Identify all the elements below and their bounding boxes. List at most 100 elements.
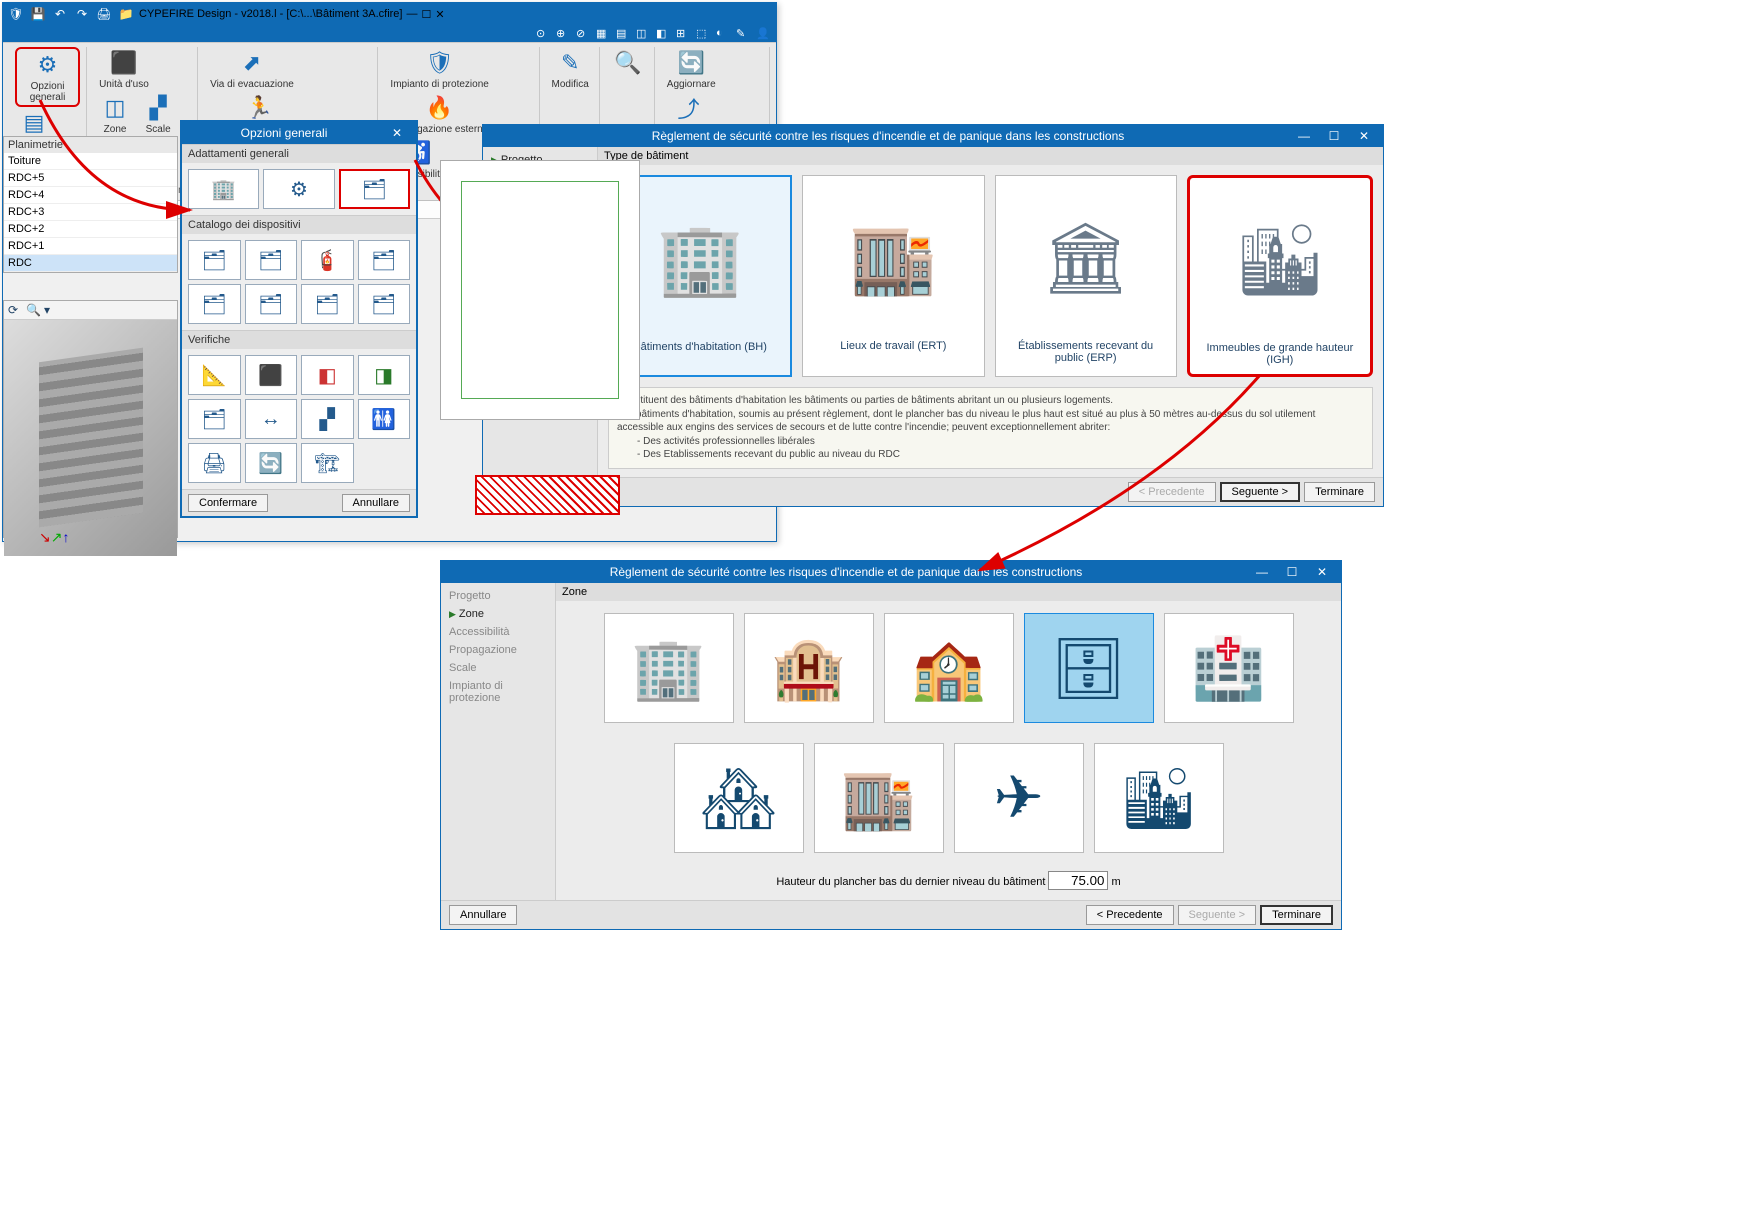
catalog-item[interactable]: 🗂 bbox=[188, 240, 241, 280]
zone-school[interactable]: 🏫 bbox=[884, 613, 1014, 723]
close-button[interactable]: ✕ bbox=[1307, 562, 1337, 582]
seguente-button[interactable]: Seguente > bbox=[1178, 905, 1257, 925]
precedente-button[interactable]: < Precedente bbox=[1086, 905, 1174, 925]
tool-icon[interactable]: ⬚ bbox=[696, 27, 710, 41]
minimize-button[interactable]: — bbox=[1289, 126, 1319, 146]
tool-icon[interactable]: ⊙ bbox=[536, 27, 550, 41]
zone-tower[interactable]: 🏙 bbox=[1094, 743, 1224, 853]
minimize-button[interactable]: — bbox=[1247, 562, 1277, 582]
chevron-down-icon[interactable]: ▾ bbox=[44, 303, 58, 317]
wizard-nav-item[interactable]: Zone bbox=[443, 605, 553, 623]
verify-item[interactable]: 🚻 bbox=[358, 399, 411, 439]
precedente-button[interactable]: < Precedente bbox=[1128, 482, 1216, 502]
unita-duso-button[interactable]: ⬛Unità d'uso bbox=[95, 47, 153, 92]
close-icon[interactable]: ✕ bbox=[382, 123, 412, 143]
tool-icon[interactable]: ◫ bbox=[636, 27, 650, 41]
floor-row[interactable]: RDC+1 bbox=[4, 238, 177, 255]
modifica-button[interactable]: ✎Modifica bbox=[548, 47, 593, 92]
wizard-nav-item[interactable]: Propagazione bbox=[443, 641, 553, 659]
tool-icon[interactable]: ◐ bbox=[716, 27, 730, 41]
floor-row[interactable]: Toiture bbox=[4, 153, 177, 170]
verify-item[interactable]: 🏗 bbox=[301, 443, 354, 483]
zone-airport[interactable]: ✈ bbox=[954, 743, 1084, 853]
tool-icon[interactable]: 👤 bbox=[756, 27, 770, 41]
floor-row[interactable]: RDC+3 bbox=[4, 204, 177, 221]
close-button[interactable]: ✕ bbox=[1349, 126, 1379, 146]
zone-hotel[interactable]: 🏨 bbox=[744, 613, 874, 723]
wizard-nav-item[interactable]: Accessibilità bbox=[443, 623, 553, 641]
verify-item[interactable]: 📐 bbox=[188, 355, 241, 395]
catalog-item[interactable]: 🗂 bbox=[245, 284, 298, 324]
zone-hospital[interactable]: 🏥 bbox=[1164, 613, 1294, 723]
aggiornare-button[interactable]: 🔄Aggiornare bbox=[663, 47, 720, 92]
print-icon[interactable]: 🖨 bbox=[95, 5, 113, 23]
annullare-button[interactable]: Annullare bbox=[342, 494, 410, 512]
catalog-item[interactable]: 🗂 bbox=[188, 284, 241, 324]
verify-item[interactable]: 🖨 bbox=[188, 443, 241, 483]
undo-icon[interactable]: ↶ bbox=[51, 5, 69, 23]
tool-icon[interactable]: ⊞ bbox=[676, 27, 690, 41]
verify-item[interactable]: 🗂 bbox=[188, 399, 241, 439]
height-input[interactable] bbox=[1048, 871, 1108, 890]
floor-row[interactable]: RDC+5 bbox=[4, 170, 177, 187]
floor-row[interactable]: RDC+2 bbox=[4, 221, 177, 238]
redo-icon[interactable]: ↷ bbox=[73, 5, 91, 23]
tool-icon[interactable]: ▦ bbox=[596, 27, 610, 41]
opzioni-generali-button[interactable]: ⚙ Opzioni generali bbox=[15, 47, 80, 107]
zone-archive[interactable]: 🗄 bbox=[1024, 613, 1154, 723]
tool-icon[interactable]: ▤ bbox=[616, 27, 630, 41]
wizard-nav-item[interactable]: Impianto di protezione bbox=[443, 677, 553, 707]
maximize-button[interactable]: ☐ bbox=[1277, 562, 1307, 582]
zone-button[interactable]: ◫Zone bbox=[95, 92, 135, 137]
floor-row[interactable]: RDC bbox=[4, 255, 177, 272]
zone-residential[interactable]: 🏘 bbox=[674, 743, 804, 853]
impianto-button[interactable]: 🛡Impianto di protezione bbox=[386, 47, 492, 92]
refresh-icon[interactable]: ⟳ bbox=[8, 303, 22, 317]
building-type-card[interactable]: 🏛Établissements recevant du public (ERP) bbox=[995, 175, 1177, 377]
tool-icon[interactable]: ◧ bbox=[656, 27, 670, 41]
tool-icon[interactable]: ⊘ bbox=[576, 27, 590, 41]
opt-folder-button[interactable]: 🗂 bbox=[339, 169, 410, 209]
zone-commercial[interactable]: 🏬 bbox=[814, 743, 944, 853]
building-type-card[interactable]: 🏬Lieux de travail (ERT) bbox=[802, 175, 984, 377]
annullare-button[interactable]: Annullare bbox=[449, 905, 517, 925]
floor-row[interactable]: RDC+4 bbox=[4, 187, 177, 204]
folder-icon[interactable]: 📁 bbox=[117, 5, 135, 23]
maximize-button[interactable]: ☐ bbox=[1319, 126, 1349, 146]
maximize-button[interactable]: ☐ bbox=[421, 8, 431, 21]
catalog-item[interactable]: 🗂 bbox=[358, 240, 411, 280]
save-icon[interactable]: 💾 bbox=[29, 5, 47, 23]
verify-item[interactable]: ↔ bbox=[245, 399, 298, 439]
verify-item[interactable]: ⬛ bbox=[245, 355, 298, 395]
catalog-item[interactable]: 🧯 bbox=[301, 240, 354, 280]
verify-item[interactable]: ◧ bbox=[301, 355, 354, 395]
verify-item[interactable]: 🔄 bbox=[245, 443, 298, 483]
terminare-button[interactable]: Terminare bbox=[1304, 482, 1375, 502]
catalog-item[interactable]: 🗂 bbox=[358, 284, 411, 324]
building-3d-render[interactable]: ↘↗↑ bbox=[4, 320, 177, 556]
opt-gear-button[interactable]: ⚙ bbox=[263, 169, 334, 209]
catalog-item[interactable]: 🗂 bbox=[245, 240, 298, 280]
minimize-button[interactable]: — bbox=[406, 8, 417, 20]
risultati-button[interactable]: 🔍 bbox=[608, 47, 648, 79]
wizard-nav-item[interactable]: Scale bbox=[443, 659, 553, 677]
scale-button[interactable]: ▞Scale bbox=[138, 92, 178, 137]
terminare-button[interactable]: Terminare bbox=[1260, 905, 1333, 925]
tool-icon[interactable]: ✎ bbox=[736, 27, 750, 41]
tool-icon[interactable]: ⊕ bbox=[556, 27, 570, 41]
building-type-card[interactable]: 🏙Immeubles de grande hauteur (IGH) bbox=[1187, 175, 1373, 377]
catalog-item[interactable]: 🗂 bbox=[301, 284, 354, 324]
floor-list-header: Planimetrie bbox=[4, 137, 177, 153]
confermare-button[interactable]: Confermare bbox=[188, 494, 268, 512]
wizard-nav-item[interactable]: Progetto bbox=[443, 587, 553, 605]
zone-office[interactable]: 🏢 bbox=[604, 613, 734, 723]
via-evac-button[interactable]: ⬈Via di evacuazione bbox=[206, 47, 298, 92]
opt-building-button[interactable]: 🏢 bbox=[188, 169, 259, 209]
verify-item[interactable]: ▞ bbox=[301, 399, 354, 439]
zoom-icon[interactable]: 🔍 bbox=[26, 303, 40, 317]
view-3d[interactable]: ⟳ 🔍 ▾ ↘↗↑ bbox=[3, 300, 178, 538]
close-button[interactable]: ✕ bbox=[435, 8, 444, 21]
verify-item[interactable]: ◨ bbox=[358, 355, 411, 395]
layers-button[interactable]: ▤ bbox=[15, 107, 53, 139]
seguente-button[interactable]: Seguente > bbox=[1220, 482, 1301, 502]
